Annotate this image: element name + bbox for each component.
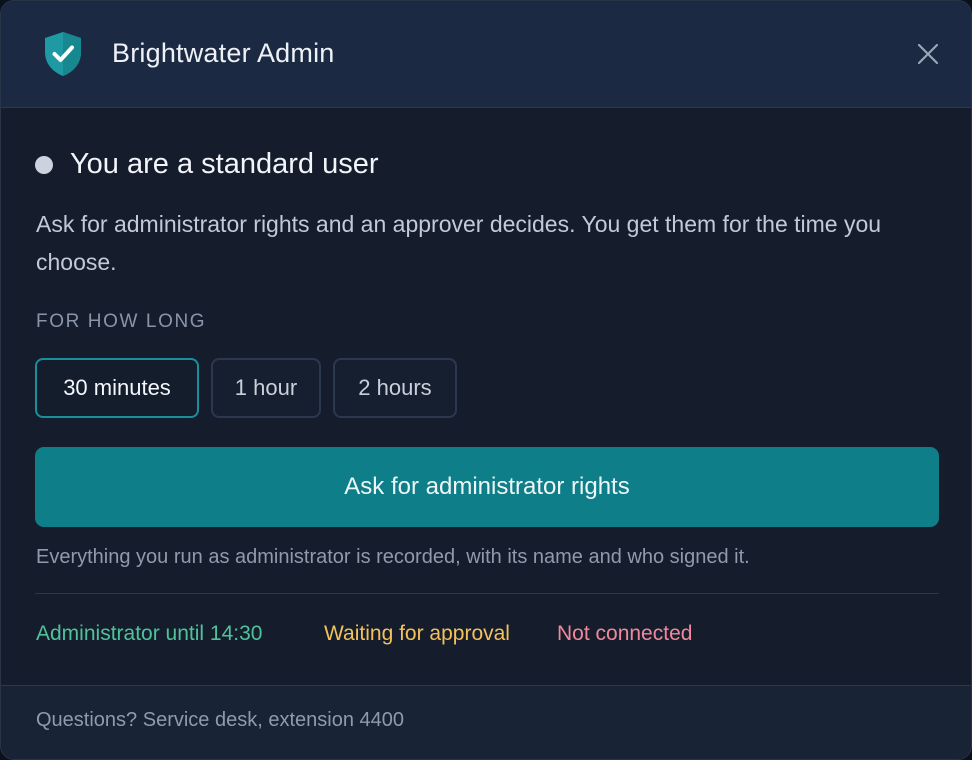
audit-note: Everything you run as administrator is r… bbox=[36, 546, 750, 568]
title-bar: Brightwater Admin bbox=[1, 1, 971, 108]
close-icon[interactable] bbox=[912, 38, 944, 70]
duration-option-1-hour[interactable]: 1 hour bbox=[211, 358, 321, 418]
divider bbox=[35, 593, 939, 594]
state-admin-until: Administrator until 14:30 bbox=[36, 622, 263, 645]
footer-help-text: Questions? Service desk, extension 4400 bbox=[36, 709, 404, 731]
app-title: Brightwater Admin bbox=[112, 38, 335, 68]
footer: Questions? Service desk, extension 4400 bbox=[1, 685, 971, 759]
state-waiting-approval: Waiting for approval bbox=[324, 622, 510, 645]
state-not-connected: Not connected bbox=[557, 622, 693, 645]
request-admin-button[interactable]: Ask for administrator rights bbox=[35, 447, 939, 527]
status-description: Ask for administrator rights and an appr… bbox=[36, 211, 882, 275]
duration-option-2-hours[interactable]: 2 hours bbox=[333, 358, 457, 418]
duration-option-30-minutes[interactable]: 30 minutes bbox=[35, 358, 199, 418]
admin-window: Brightwater Admin You are a standard use… bbox=[0, 0, 972, 760]
status-dot-icon bbox=[35, 156, 53, 174]
status-title: You are a standard user bbox=[70, 148, 379, 180]
shield-check-icon bbox=[42, 30, 84, 78]
duration-label: FOR HOW LONG bbox=[36, 311, 207, 332]
